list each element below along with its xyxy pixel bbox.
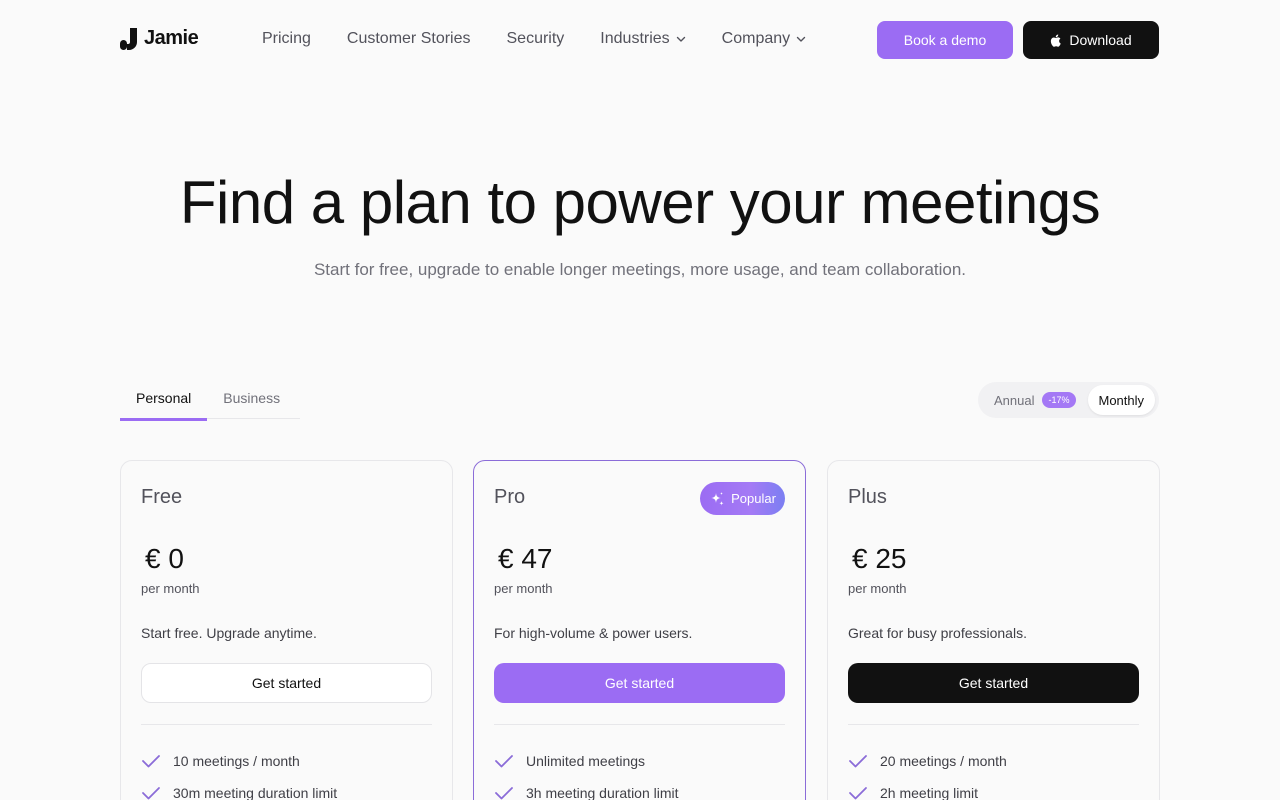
plan-card-pro: Pro Popular € 47 per month For high-volu… xyxy=(473,460,806,800)
plan-period: per month xyxy=(141,581,200,596)
nav-link-label: Security xyxy=(506,30,565,47)
feature-text: 10 meetings / month xyxy=(173,753,300,769)
billing-option-annual[interactable]: Annual -17% xyxy=(994,392,1076,408)
list-item: 2h meeting limit xyxy=(848,777,1007,800)
page-title: Find a plan to power your meetings xyxy=(179,169,1101,236)
nav-link-label: Customer Stories xyxy=(346,30,471,47)
tab-business[interactable]: Business xyxy=(207,380,296,421)
billing-option-monthly[interactable]: Monthly xyxy=(1087,385,1155,415)
feature-list: Unlimited meetings 3h meeting duration l… xyxy=(494,745,679,800)
plan-price: € 47 xyxy=(498,543,553,574)
book-demo-button[interactable]: Book a demo xyxy=(877,21,1013,59)
feature-list: 20 meetings / month 2h meeting limit xyxy=(848,745,1007,800)
check-icon xyxy=(142,755,160,768)
tab-personal[interactable]: Personal xyxy=(120,380,208,421)
check-icon xyxy=(495,755,513,768)
plan-price: € 0 xyxy=(145,543,184,574)
check-icon xyxy=(849,787,867,800)
plan-description: Start free. Upgrade anytime. xyxy=(141,625,317,641)
plan-description: For high-volume & power users. xyxy=(494,625,693,641)
list-item: 30m meeting duration limit xyxy=(141,777,337,800)
jamie-logo-icon xyxy=(120,27,137,50)
get-started-button-plus[interactable]: Get started xyxy=(848,663,1139,703)
plan-period: per month xyxy=(494,581,553,596)
list-item: 20 meetings / month xyxy=(848,745,1007,777)
plan-name: Pro xyxy=(494,486,526,508)
plan-type-tabs: Personal Business xyxy=(120,380,296,421)
nav-links: Pricing Customer Stories Security Indust… xyxy=(262,30,842,48)
logo-text: Jamie xyxy=(144,27,199,49)
check-icon xyxy=(495,787,513,800)
check-icon xyxy=(849,755,867,768)
list-item: Unlimited meetings xyxy=(494,745,679,777)
feature-text: Unlimited meetings xyxy=(526,753,646,769)
plan-card-plus: Plus € 25 per month Great for busy profe… xyxy=(827,460,1160,800)
nav-link-industries[interactable]: Industries xyxy=(600,30,685,48)
top-navigation: Jamie Pricing Customer Stories Security … xyxy=(0,0,1280,80)
feature-list: 10 meetings / month 30m meeting duration… xyxy=(141,745,337,800)
annual-label: Annual xyxy=(994,392,1035,408)
apple-icon xyxy=(1051,34,1062,47)
nav-link-label: Pricing xyxy=(262,30,311,47)
divider xyxy=(141,724,432,725)
popular-badge: Popular xyxy=(700,482,785,515)
nav-link-security[interactable]: Security xyxy=(507,30,565,48)
page-subtitle: Start for free, upgrade to enable longer… xyxy=(313,260,967,279)
feature-text: 3h meeting duration limit xyxy=(526,785,679,800)
feature-text: 2h meeting limit xyxy=(880,785,979,800)
chevron-down-icon xyxy=(676,36,685,42)
list-item: 10 meetings / month xyxy=(141,745,337,777)
jamie-logo[interactable]: Jamie xyxy=(120,27,199,50)
divider xyxy=(494,724,785,725)
plan-price: € 25 xyxy=(852,543,907,574)
billing-period-toggle: Annual -17% Monthly xyxy=(978,382,1159,418)
nav-link-pricing[interactable]: Pricing xyxy=(262,30,311,48)
get-started-button-pro[interactable]: Get started xyxy=(494,663,785,703)
plan-card-free: Free € 0 per month Start free. Upgrade a… xyxy=(120,460,453,800)
nav-link-label: Company xyxy=(721,30,791,47)
feature-text: 20 meetings / month xyxy=(880,753,1007,769)
chevron-down-icon xyxy=(796,36,806,42)
discount-badge: -17% xyxy=(1042,392,1076,408)
divider xyxy=(848,724,1139,725)
popular-label: Popular xyxy=(731,491,776,506)
nav-link-company[interactable]: Company xyxy=(722,30,806,48)
download-button[interactable]: Download xyxy=(1023,21,1159,59)
plan-description: Great for busy professionals. xyxy=(848,625,1027,641)
get-started-button-free[interactable]: Get started xyxy=(141,663,432,703)
plan-name: Free xyxy=(141,486,183,508)
list-item: 3h meeting duration limit xyxy=(494,777,679,800)
plan-name: Plus xyxy=(848,486,887,508)
nav-link-customer-stories[interactable]: Customer Stories xyxy=(347,30,471,48)
sparkle-icon xyxy=(711,491,724,506)
download-label: Download xyxy=(1069,32,1132,48)
check-icon xyxy=(142,787,160,800)
feature-text: 30m meeting duration limit xyxy=(173,785,338,800)
nav-link-label: Industries xyxy=(600,30,670,47)
plan-period: per month xyxy=(848,581,907,596)
